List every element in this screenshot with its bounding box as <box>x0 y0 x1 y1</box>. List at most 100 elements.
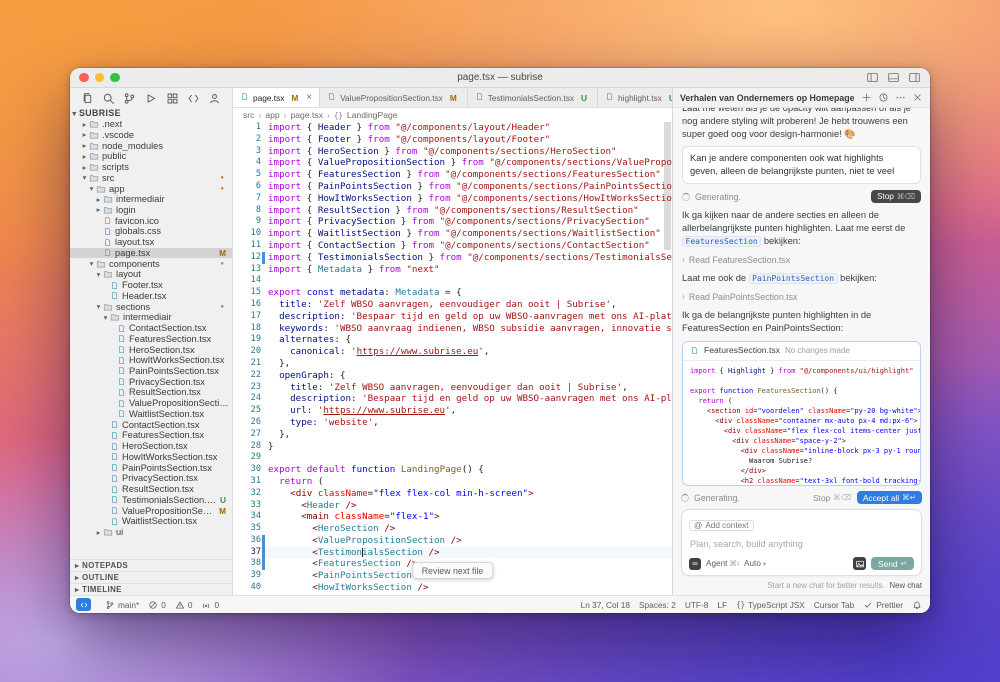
tree-item-page-tsx[interactable]: page.tsx M <box>70 247 232 259</box>
breadcrumb-item[interactable]: LandingPage <box>347 110 398 120</box>
status-errors[interactable]: 0 <box>148 600 166 610</box>
remote-icon[interactable] <box>187 92 200 105</box>
tree-item-privacysection-tsx[interactable]: PrivacySection.tsx <box>70 473 232 484</box>
tree-item-contactsection-tsx[interactable]: ContactSection.tsx <box>70 323 232 334</box>
code-line[interactable]: 27 }, <box>233 429 672 441</box>
inline-code-chip[interactable]: PainPointsSection <box>748 273 838 285</box>
code-line[interactable]: 22 openGraph: { <box>233 370 672 382</box>
code-line[interactable]: 13 import { Metadata } from "next" <box>233 264 672 276</box>
breadcrumb-item[interactable]: src <box>243 110 254 120</box>
tree-item-testimonialssection-tsx[interactable]: TestimonialsSection.tsx U <box>70 494 232 505</box>
tree-item-ui[interactable]: ▸ ui <box>70 527 232 538</box>
tool-call-row[interactable]: › Read FeaturesSection.tsx <box>682 254 921 266</box>
panel-header-notepads[interactable]: ▸ NOTEPADS <box>70 559 232 571</box>
code-line[interactable]: 26 type: 'website', <box>233 417 672 429</box>
code-line[interactable]: 11 import { ContactSection } from "@/comp… <box>233 240 672 252</box>
tree-item-login[interactable]: ▸ login <box>70 205 232 216</box>
tree-item-layout[interactable]: ▾ layout <box>70 269 232 280</box>
status-warnings[interactable]: 0 <box>175 600 192 610</box>
code-line[interactable]: 35 <HeroSection /> <box>233 523 672 535</box>
source-control-icon[interactable] <box>123 92 136 105</box>
code-line[interactable]: 8 import { ResultSection } from "@/compon… <box>233 205 672 217</box>
code-line[interactable]: 31 return ( <box>233 476 672 488</box>
tab-testimonialssection-tsx[interactable]: TestimonialsSection.tsx U <box>468 88 598 107</box>
tree-item-featuressection-tsx[interactable]: FeaturesSection.tsx <box>70 333 232 344</box>
code-line[interactable]: 17 description: 'Bespaar tijd en geld op… <box>233 311 672 323</box>
close-window-button[interactable] <box>79 72 89 83</box>
code-line[interactable]: 33 <Header /> <box>233 500 672 512</box>
tab-page-tsx[interactable]: page.tsx M × <box>233 88 321 107</box>
status-notifications[interactable] <box>912 600 922 610</box>
tree-item-footer-tsx[interactable]: Footer.tsx <box>70 280 232 291</box>
tree-item-sections[interactable]: ▾ sections ● <box>70 301 232 312</box>
remote-indicator[interactable] <box>76 598 91 611</box>
more-icon[interactable] <box>895 92 906 103</box>
code-editor[interactable]: 1 import { Header } from "@/components/la… <box>233 122 672 595</box>
tree-item-intermediair[interactable]: ▾ intermediair <box>70 312 232 323</box>
tree-item-scripts[interactable]: ▸ scripts <box>70 162 232 173</box>
code-line[interactable]: 36 <ValuePropositionSection /> <box>233 534 672 547</box>
run-debug-icon[interactable] <box>144 92 157 105</box>
code-line[interactable]: 10 import { WaitlistSection } from "@/com… <box>233 228 672 240</box>
status-indentation[interactable]: Spaces: 2 <box>639 600 676 610</box>
chat-input[interactable]: @ Add context Plan, search, build anythin… <box>681 509 922 576</box>
explorer-root[interactable]: ▾ SUBRISE <box>70 108 232 119</box>
close-icon[interactable]: × <box>306 92 312 103</box>
tree-item-howitworkssection-tsx[interactable]: HowItWorksSection.tsx <box>70 355 232 366</box>
tree-item-herosection-tsx[interactable]: HeroSection.tsx <box>70 344 232 355</box>
code-line[interactable]: 23 title: 'Zelf WBSO aanvragen, eenvoudi… <box>233 382 672 394</box>
title-bar[interactable]: page.tsx — subrise <box>70 68 930 88</box>
tree-item-src[interactable]: ▾ src ● <box>70 172 232 183</box>
tree-item-valuepropositionsection-tsx[interactable]: ValuePropositionSection.tsx <box>70 398 232 409</box>
tree-item-contactsection-tsx[interactable]: ContactSection.tsx <box>70 419 232 430</box>
code-line[interactable]: 1 import { Header } from "@/components/la… <box>233 122 672 134</box>
breadcrumb-item[interactable]: page.tsx <box>291 110 324 120</box>
tab-valuepropositionsection-tsx[interactable]: ValuePropositionSection.tsx M <box>320 88 468 107</box>
code-line[interactable]: 7 import { HowItWorksSection } from "@/co… <box>233 193 672 205</box>
code-block-card[interactable]: FeaturesSection.tsx No changes made import… <box>682 340 921 486</box>
code-line[interactable]: 25 url: 'https://www.subrise.eu', <box>233 405 672 417</box>
stop-button[interactable]: Stop ⌘⌫ <box>870 190 921 204</box>
tree-item-public[interactable]: ▸ public <box>70 151 232 162</box>
new-chat-icon[interactable] <box>861 92 872 103</box>
zoom-window-button[interactable] <box>110 72 120 83</box>
breadcrumb-item[interactable]: app <box>265 110 279 120</box>
close-panel-icon[interactable] <box>912 92 923 103</box>
code-line[interactable]: 3 import { HeroSection } from "@/componen… <box>233 146 672 158</box>
tree-item-waitlistsection-tsx[interactable]: WaitlistSection.tsx <box>70 516 232 527</box>
code-line[interactable]: 15 export const metadata: Metadata = { <box>233 287 672 299</box>
code-line[interactable]: 40 <HowItWorksSection /> <box>233 582 672 594</box>
code-line[interactable]: 2 import { Footer } from "@/components/la… <box>233 134 672 146</box>
status-ports[interactable]: 0 <box>201 600 219 610</box>
code-line[interactable]: 16 title: 'Zelf WBSO aanvragen, eenvoudi… <box>233 299 672 311</box>
code-line[interactable]: 12 import { TestimonialsSection } from "@… <box>233 251 672 264</box>
tree-item-valuepropositionsection-tsx[interactable]: ValuePropositionSection.tsxM <box>70 505 232 516</box>
layout-sidebar-left-icon[interactable] <box>866 71 879 84</box>
tree-item-vscode[interactable]: ▸ .vscode <box>70 129 232 140</box>
explorer-tree[interactable]: ▾ SUBRISE ▸ .next ▸ .vscode ▸ node_modules ▸ publ… <box>70 108 232 559</box>
tree-item-resultsection-tsx[interactable]: ResultSection.tsx <box>70 484 232 495</box>
status-encoding[interactable]: UTF-8 <box>685 600 709 610</box>
model-select[interactable]: Auto ▾ <box>744 559 766 568</box>
tree-item-layout-tsx[interactable]: layout.tsx <box>70 237 232 248</box>
tree-item-privacysection-tsx[interactable]: PrivacySection.tsx <box>70 376 232 387</box>
code-line[interactable]: 34 <main className="flex-1"> <box>233 511 672 523</box>
panel-header-timeline[interactable]: ▸ TIMELINE <box>70 583 232 595</box>
tree-item-next[interactable]: ▸ .next <box>70 119 232 130</box>
layout-sidebar-right-icon[interactable] <box>908 71 921 84</box>
status-formatter[interactable]: Prettier <box>863 600 903 610</box>
history-icon[interactable] <box>878 92 889 103</box>
tree-item-header-tsx[interactable]: Header.tsx <box>70 290 232 301</box>
code-line[interactable]: 28} <box>233 441 672 453</box>
status-cursor-tab[interactable]: Cursor Tab <box>814 600 854 610</box>
inline-code-chip[interactable]: FeaturesSection <box>682 236 762 248</box>
tree-item-howitworkssection-tsx[interactable]: HowItWorksSection.tsx <box>70 452 232 463</box>
review-next-file-button[interactable]: Review next file <box>411 562 494 579</box>
code-line[interactable]: 18 keywords: 'WBSO aanvraag indienen, WB… <box>233 323 672 335</box>
agent-mode-select[interactable]: Agent ⌘I <box>706 559 739 568</box>
extensions-icon[interactable] <box>166 92 179 105</box>
image-button[interactable] <box>853 557 867 570</box>
code-line[interactable]: 5 import { FeaturesSection } from "@/comp… <box>233 169 672 181</box>
tree-item-resultsection-tsx[interactable]: ResultSection.tsx <box>70 387 232 398</box>
tree-item-components[interactable]: ▾ components ● <box>70 258 232 269</box>
